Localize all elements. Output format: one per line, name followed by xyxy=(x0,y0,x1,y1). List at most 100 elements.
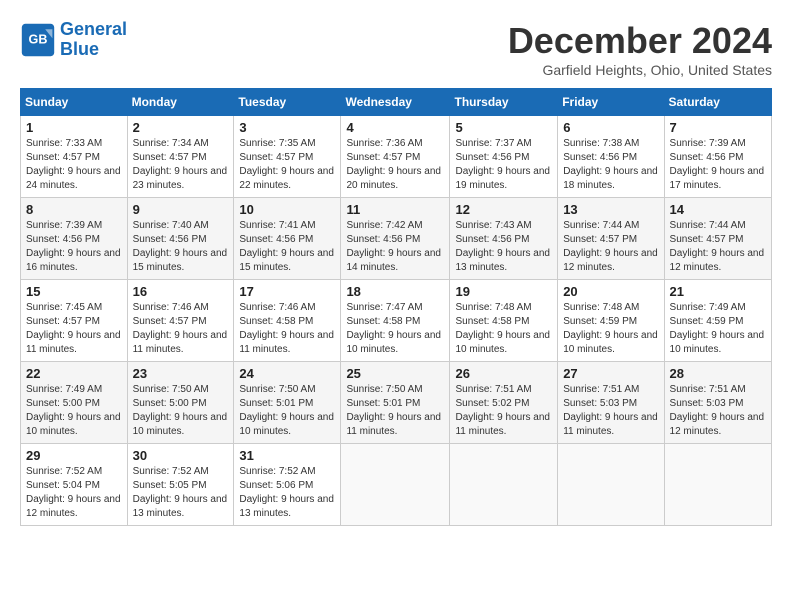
month-title: December 2024 xyxy=(508,20,772,62)
day-info: Sunrise: 7:51 AMSunset: 5:02 PMDaylight:… xyxy=(455,384,550,437)
day-info: Sunrise: 7:35 AMSunset: 4:57 PMDaylight:… xyxy=(239,138,334,191)
calendar-day-cell: 28 Sunrise: 7:51 AMSunset: 5:03 PMDaylig… xyxy=(664,362,771,444)
day-info: Sunrise: 7:33 AMSunset: 4:57 PMDaylight:… xyxy=(26,138,121,191)
calendar-day-cell: 9 Sunrise: 7:40 AMSunset: 4:56 PMDayligh… xyxy=(127,198,234,280)
day-number: 14 xyxy=(670,202,766,217)
calendar-day-cell: 31 Sunrise: 7:52 AMSunset: 5:06 PMDaylig… xyxy=(234,444,341,526)
title-section: December 2024 Garfield Heights, Ohio, Un… xyxy=(508,20,772,78)
logo-icon: GB xyxy=(20,22,56,58)
day-number: 31 xyxy=(239,448,335,463)
day-number: 20 xyxy=(563,284,658,299)
weekday-header-saturday: Saturday xyxy=(664,89,771,116)
weekday-header-sunday: Sunday xyxy=(21,89,128,116)
day-number: 8 xyxy=(26,202,122,217)
day-info: Sunrise: 7:50 AMSunset: 5:00 PMDaylight:… xyxy=(133,384,228,437)
calendar-day-cell: 4 Sunrise: 7:36 AMSunset: 4:57 PMDayligh… xyxy=(341,116,450,198)
calendar-week-row: 1 Sunrise: 7:33 AMSunset: 4:57 PMDayligh… xyxy=(21,116,772,198)
day-info: Sunrise: 7:37 AMSunset: 4:56 PMDaylight:… xyxy=(455,138,550,191)
day-number: 18 xyxy=(346,284,444,299)
calendar-day-cell: 7 Sunrise: 7:39 AMSunset: 4:56 PMDayligh… xyxy=(664,116,771,198)
calendar-week-row: 29 Sunrise: 7:52 AMSunset: 5:04 PMDaylig… xyxy=(21,444,772,526)
weekday-header-tuesday: Tuesday xyxy=(234,89,341,116)
day-info: Sunrise: 7:49 AMSunset: 4:59 PMDaylight:… xyxy=(670,302,765,355)
calendar-day-cell xyxy=(341,444,450,526)
day-number: 17 xyxy=(239,284,335,299)
day-number: 10 xyxy=(239,202,335,217)
calendar-day-cell: 11 Sunrise: 7:42 AMSunset: 4:56 PMDaylig… xyxy=(341,198,450,280)
calendar-day-cell: 30 Sunrise: 7:52 AMSunset: 5:05 PMDaylig… xyxy=(127,444,234,526)
calendar-day-cell: 13 Sunrise: 7:44 AMSunset: 4:57 PMDaylig… xyxy=(558,198,664,280)
day-info: Sunrise: 7:52 AMSunset: 5:04 PMDaylight:… xyxy=(26,466,121,519)
day-info: Sunrise: 7:47 AMSunset: 4:58 PMDaylight:… xyxy=(346,302,441,355)
day-info: Sunrise: 7:46 AMSunset: 4:57 PMDaylight:… xyxy=(133,302,228,355)
day-info: Sunrise: 7:34 AMSunset: 4:57 PMDaylight:… xyxy=(133,138,228,191)
calendar-day-cell: 21 Sunrise: 7:49 AMSunset: 4:59 PMDaylig… xyxy=(664,280,771,362)
day-number: 26 xyxy=(455,366,552,381)
day-info: Sunrise: 7:52 AMSunset: 5:05 PMDaylight:… xyxy=(133,466,228,519)
calendar-day-cell: 25 Sunrise: 7:50 AMSunset: 5:01 PMDaylig… xyxy=(341,362,450,444)
day-number: 29 xyxy=(26,448,122,463)
calendar-day-cell: 19 Sunrise: 7:48 AMSunset: 4:58 PMDaylig… xyxy=(450,280,558,362)
day-number: 5 xyxy=(455,120,552,135)
calendar-day-cell: 1 Sunrise: 7:33 AMSunset: 4:57 PMDayligh… xyxy=(21,116,128,198)
day-info: Sunrise: 7:45 AMSunset: 4:57 PMDaylight:… xyxy=(26,302,121,355)
logo-line1: General xyxy=(60,19,127,39)
logo-text: General Blue xyxy=(60,20,127,60)
day-number: 11 xyxy=(346,202,444,217)
day-info: Sunrise: 7:48 AMSunset: 4:58 PMDaylight:… xyxy=(455,302,550,355)
day-info: Sunrise: 7:48 AMSunset: 4:59 PMDaylight:… xyxy=(563,302,658,355)
calendar-day-cell xyxy=(558,444,664,526)
day-number: 23 xyxy=(133,366,229,381)
day-number: 13 xyxy=(563,202,658,217)
day-number: 12 xyxy=(455,202,552,217)
calendar-day-cell: 5 Sunrise: 7:37 AMSunset: 4:56 PMDayligh… xyxy=(450,116,558,198)
calendar-day-cell: 26 Sunrise: 7:51 AMSunset: 5:02 PMDaylig… xyxy=(450,362,558,444)
day-info: Sunrise: 7:51 AMSunset: 5:03 PMDaylight:… xyxy=(670,384,765,437)
day-number: 28 xyxy=(670,366,766,381)
day-number: 1 xyxy=(26,120,122,135)
weekday-header-friday: Friday xyxy=(558,89,664,116)
calendar-day-cell: 17 Sunrise: 7:46 AMSunset: 4:58 PMDaylig… xyxy=(234,280,341,362)
day-info: Sunrise: 7:39 AMSunset: 4:56 PMDaylight:… xyxy=(670,138,765,191)
day-number: 9 xyxy=(133,202,229,217)
calendar-day-cell: 6 Sunrise: 7:38 AMSunset: 4:56 PMDayligh… xyxy=(558,116,664,198)
weekday-header-wednesday: Wednesday xyxy=(341,89,450,116)
day-info: Sunrise: 7:42 AMSunset: 4:56 PMDaylight:… xyxy=(346,220,441,273)
day-info: Sunrise: 7:52 AMSunset: 5:06 PMDaylight:… xyxy=(239,466,334,519)
day-number: 27 xyxy=(563,366,658,381)
calendar-day-cell: 16 Sunrise: 7:46 AMSunset: 4:57 PMDaylig… xyxy=(127,280,234,362)
calendar-day-cell xyxy=(664,444,771,526)
day-number: 24 xyxy=(239,366,335,381)
calendar-week-row: 15 Sunrise: 7:45 AMSunset: 4:57 PMDaylig… xyxy=(21,280,772,362)
calendar-day-cell: 29 Sunrise: 7:52 AMSunset: 5:04 PMDaylig… xyxy=(21,444,128,526)
calendar-day-cell: 24 Sunrise: 7:50 AMSunset: 5:01 PMDaylig… xyxy=(234,362,341,444)
day-info: Sunrise: 7:49 AMSunset: 5:00 PMDaylight:… xyxy=(26,384,121,437)
calendar-day-cell: 2 Sunrise: 7:34 AMSunset: 4:57 PMDayligh… xyxy=(127,116,234,198)
location-title: Garfield Heights, Ohio, United States xyxy=(508,62,772,78)
day-number: 16 xyxy=(133,284,229,299)
calendar-day-cell: 8 Sunrise: 7:39 AMSunset: 4:56 PMDayligh… xyxy=(21,198,128,280)
logo-line2: Blue xyxy=(60,39,99,59)
day-info: Sunrise: 7:43 AMSunset: 4:56 PMDaylight:… xyxy=(455,220,550,273)
weekday-header-thursday: Thursday xyxy=(450,89,558,116)
day-info: Sunrise: 7:44 AMSunset: 4:57 PMDaylight:… xyxy=(670,220,765,273)
calendar-day-cell: 22 Sunrise: 7:49 AMSunset: 5:00 PMDaylig… xyxy=(21,362,128,444)
day-number: 30 xyxy=(133,448,229,463)
calendar-day-cell: 10 Sunrise: 7:41 AMSunset: 4:56 PMDaylig… xyxy=(234,198,341,280)
day-info: Sunrise: 7:44 AMSunset: 4:57 PMDaylight:… xyxy=(563,220,658,273)
day-number: 6 xyxy=(563,120,658,135)
logo: GB General Blue xyxy=(20,20,127,60)
calendar-day-cell: 3 Sunrise: 7:35 AMSunset: 4:57 PMDayligh… xyxy=(234,116,341,198)
day-number: 19 xyxy=(455,284,552,299)
day-info: Sunrise: 7:36 AMSunset: 4:57 PMDaylight:… xyxy=(346,138,441,191)
day-info: Sunrise: 7:38 AMSunset: 4:56 PMDaylight:… xyxy=(563,138,658,191)
day-number: 25 xyxy=(346,366,444,381)
calendar-day-cell: 23 Sunrise: 7:50 AMSunset: 5:00 PMDaylig… xyxy=(127,362,234,444)
calendar-table: SundayMondayTuesdayWednesdayThursdayFrid… xyxy=(20,88,772,526)
calendar-day-cell: 20 Sunrise: 7:48 AMSunset: 4:59 PMDaylig… xyxy=(558,280,664,362)
day-info: Sunrise: 7:50 AMSunset: 5:01 PMDaylight:… xyxy=(346,384,441,437)
calendar-day-cell: 15 Sunrise: 7:45 AMSunset: 4:57 PMDaylig… xyxy=(21,280,128,362)
day-info: Sunrise: 7:46 AMSunset: 4:58 PMDaylight:… xyxy=(239,302,334,355)
day-number: 15 xyxy=(26,284,122,299)
calendar-week-row: 8 Sunrise: 7:39 AMSunset: 4:56 PMDayligh… xyxy=(21,198,772,280)
